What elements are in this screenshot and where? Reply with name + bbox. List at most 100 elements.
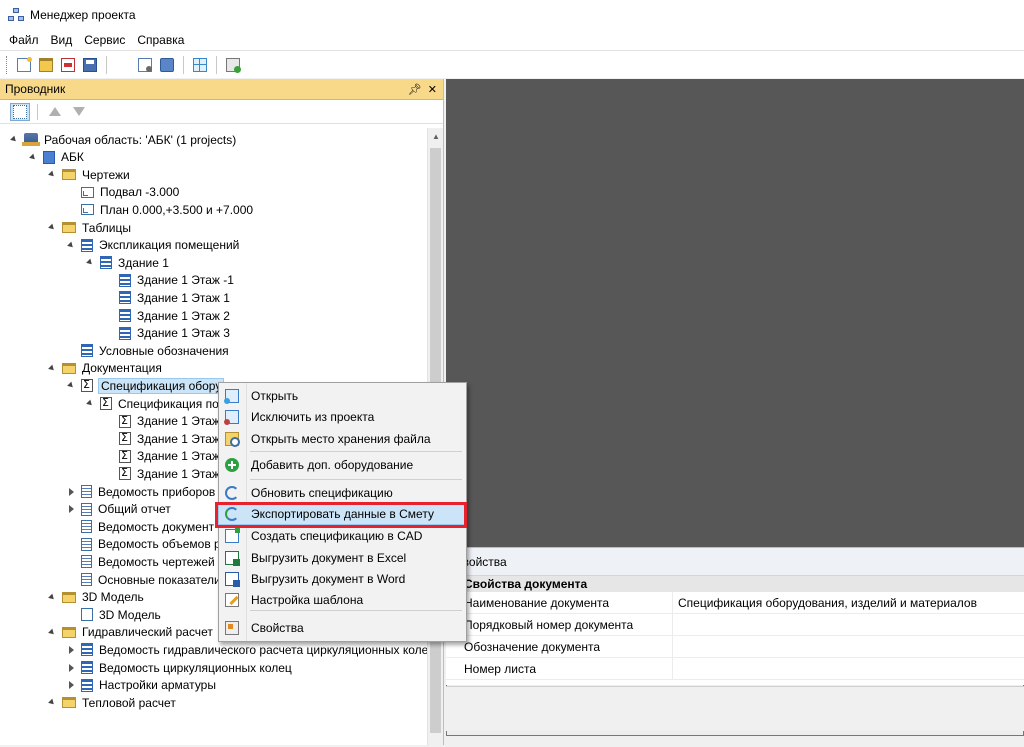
tree-item[interactable]: Здание 1 Этаж -1 <box>103 272 234 289</box>
tree-item[interactable]: Здание 1 Этаж 1 <box>103 289 230 306</box>
menu-service[interactable]: Сервис <box>78 33 131 47</box>
excel-icon <box>225 550 240 566</box>
tree-item[interactable]: Рабочая область: 'АБК' (1 projects) <box>8 131 236 148</box>
collapsed-arrow-icon[interactable] <box>65 503 77 515</box>
menu-view[interactable]: Вид <box>45 33 79 47</box>
tree-item[interactable]: План 0.000,+3.500 и +7.000 <box>65 201 253 218</box>
context-menu-item[interactable]: Свойства <box>219 617 466 638</box>
tree-item[interactable]: Ведомость документ <box>65 518 214 535</box>
new-project-button[interactable] <box>14 55 34 75</box>
open-project-button[interactable] <box>36 55 56 75</box>
expanded-arrow-icon[interactable] <box>46 362 58 374</box>
table-icon <box>119 273 131 287</box>
tree-item[interactable]: Здание 1 Этаж <box>103 413 220 430</box>
project-options-button[interactable] <box>135 55 155 75</box>
project-properties-button[interactable] <box>113 55 1024 736</box>
close-icon[interactable]: ✕ <box>428 83 437 96</box>
export-button[interactable] <box>223 55 243 75</box>
context-menu-item[interactable]: Выгрузить документ в Excel <box>219 547 466 568</box>
property-row[interactable]: Наименование документа Спецификация обору… <box>446 592 1024 614</box>
tree-item[interactable]: Ведомость гидравлического расчета циркул… <box>65 641 428 658</box>
context-menu-label: Обновить спецификацию <box>251 485 393 500</box>
view-mode-button[interactable] <box>10 102 30 121</box>
tree-item-label: Ведомость чертежей <box>98 554 215 569</box>
scroll-up-icon[interactable]: ▲ <box>428 128 444 144</box>
expanded-arrow-icon[interactable] <box>46 169 58 181</box>
tree-item[interactable]: Подвал -3.000 <box>65 184 179 201</box>
expanded-arrow-icon[interactable] <box>8 134 20 146</box>
pin-icon[interactable]: 📌︎ <box>408 83 422 96</box>
context-menu: Открыть Исключить из проекта Открыть место… <box>218 382 467 642</box>
property-row[interactable]: Номер листа <box>446 658 1024 680</box>
toolbar-grip[interactable] <box>6 55 9 74</box>
context-menu-item[interactable]: Создать спецификацию в CAD <box>219 525 466 546</box>
tree-item[interactable]: Здание 1 Этаж 3 <box>103 325 230 342</box>
tree-item[interactable]: Здание 1 Этаж <box>103 430 220 447</box>
expanded-arrow-icon[interactable] <box>46 626 58 638</box>
properties-panel: Свойства Свойства документа Наименование… <box>446 547 1024 685</box>
expanded-arrow-icon[interactable] <box>84 398 96 410</box>
tree-item[interactable]: Здание 1 <box>84 254 169 271</box>
tree-item[interactable]: Спецификация обору <box>65 377 225 394</box>
tree-item[interactable]: Гидравлический расчет <box>46 624 213 641</box>
tree-item[interactable]: 3D Модель <box>46 589 144 606</box>
workspace-icon <box>160 57 174 72</box>
property-value[interactable]: Спецификация оборудования, изделий и мат… <box>673 596 977 610</box>
menu-help[interactable]: Справка <box>131 33 190 47</box>
tree-item[interactable]: Документация <box>46 360 162 377</box>
workspace-button[interactable] <box>157 55 177 75</box>
panels-button[interactable] <box>190 55 210 75</box>
arrow-up-icon <box>49 107 61 116</box>
tree-item[interactable]: Здание 1 Этаж <box>103 465 220 482</box>
menu-file[interactable]: Файл <box>3 33 45 47</box>
context-menu-item[interactable]: Исключить из проекта <box>219 406 466 427</box>
tree-item[interactable]: Чертежи <box>46 166 130 183</box>
collapsed-arrow-icon[interactable] <box>65 679 77 691</box>
tree-item[interactable]: 3D Модель <box>65 606 161 623</box>
new-project-icon <box>17 56 32 72</box>
collapsed-arrow-icon[interactable] <box>65 644 77 656</box>
expanded-arrow-icon[interactable] <box>46 222 58 234</box>
collapsed-arrow-icon[interactable] <box>65 662 77 674</box>
tree-item-label: АБК <box>61 150 84 165</box>
tree-item[interactable]: Условные обозначения <box>65 342 229 359</box>
context-menu-item[interactable]: Обновить спецификацию <box>219 482 466 503</box>
tree-item[interactable]: Тепловой расчет <box>46 694 176 711</box>
tree-item[interactable]: Ведомость объемов р <box>65 536 221 553</box>
tree-item[interactable]: АБК <box>27 149 84 166</box>
context-menu-item[interactable]: Открыть место хранения файла <box>219 428 466 449</box>
tree-item[interactable]: Ведомость приборов <box>65 483 215 500</box>
tree-item[interactable]: Здание 1 Этаж 2 <box>103 307 230 324</box>
property-row[interactable]: Обозначение документа <box>446 636 1024 658</box>
tree-item[interactable]: Настройки арматуры <box>65 677 216 694</box>
property-row[interactable]: Порядковый номер документа <box>446 614 1024 636</box>
tree-item-label: Ведомость объемов р <box>98 537 221 552</box>
collapsed-arrow-icon[interactable] <box>65 486 77 498</box>
expanded-arrow-icon[interactable] <box>84 257 96 269</box>
context-menu-item[interactable]: Настройка шаблона <box>219 589 466 610</box>
tree-item[interactable]: Ведомость чертежей <box>65 553 215 570</box>
tree-item-label: Подвал -3.000 <box>100 185 180 200</box>
tree-item[interactable]: Экспликация помещений <box>65 237 239 254</box>
move-up-button[interactable] <box>45 103 65 121</box>
window-title: Менеджер проекта <box>30 8 136 22</box>
expanded-arrow-icon[interactable] <box>46 697 58 709</box>
tree-item[interactable]: Общий отчет <box>65 501 171 518</box>
tree-item[interactable]: Ведомость циркуляционных колец <box>65 659 292 676</box>
expanded-arrow-icon[interactable] <box>27 151 39 163</box>
expanded-arrow-icon[interactable] <box>65 380 77 392</box>
save-project-button[interactable] <box>80 55 100 75</box>
close-project-button[interactable] <box>58 55 78 75</box>
tree-item[interactable]: Здание 1 Этаж <box>103 448 220 465</box>
tree-item[interactable]: Спецификация по <box>84 395 219 412</box>
context-menu-item[interactable]: Открыть <box>219 385 466 406</box>
context-menu-item[interactable]: Добавить доп. оборудование <box>219 454 466 475</box>
context-menu-item[interactable]: Выгрузить документ в Word <box>219 568 466 589</box>
expanded-arrow-icon[interactable] <box>46 591 58 603</box>
tree-item[interactable]: Основные показатели <box>65 571 221 588</box>
context-menu-item[interactable]: Экспортировать данные в Смету <box>218 502 467 525</box>
tree-item[interactable]: Таблицы <box>46 219 131 236</box>
move-down-button[interactable] <box>69 103 89 121</box>
expanded-arrow-icon[interactable] <box>65 239 77 251</box>
